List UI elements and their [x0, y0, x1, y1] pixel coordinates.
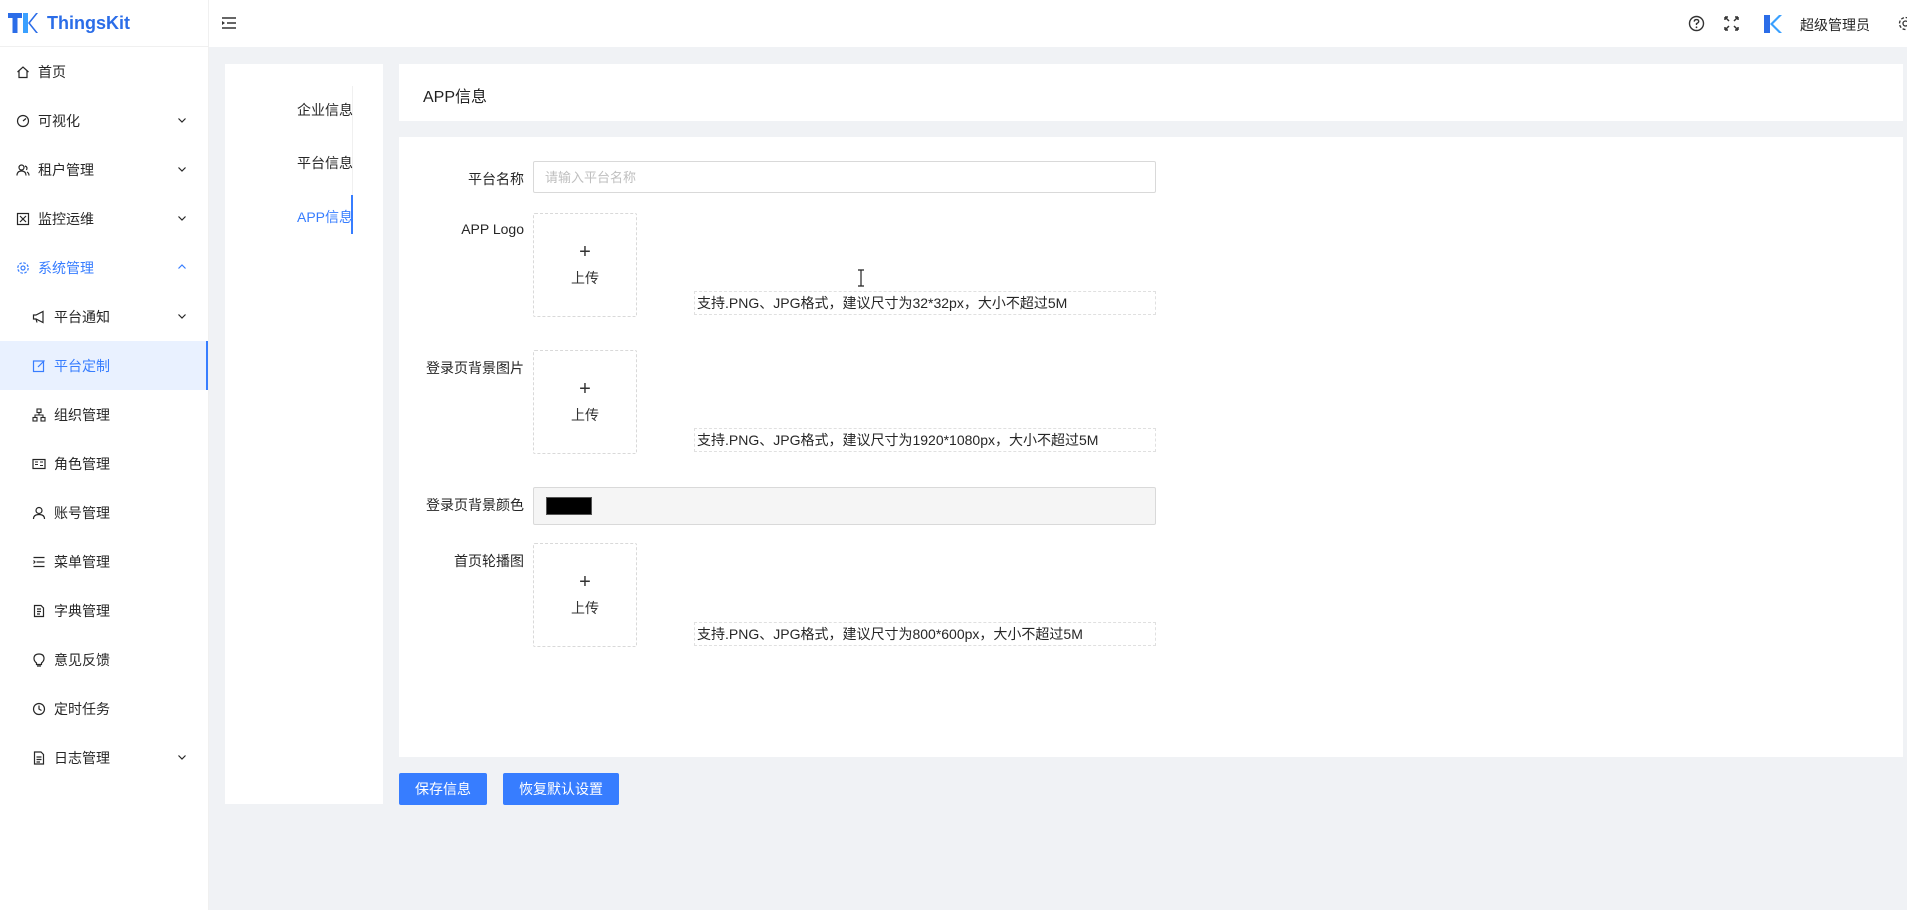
sidebar-item-file-log[interactable]: 日志管理 [0, 733, 208, 782]
chevron-down-icon [178, 167, 186, 172]
sidebar-item-label: 监控运维 [38, 210, 94, 227]
login-bg-image-hint: 支持.PNG、JPG格式，建议尺寸为1920*1080px，大小不超过5M [694, 428, 1156, 452]
sidebar-item-label: 租户管理 [38, 161, 94, 178]
sidebar-item-edit[interactable]: 平台定制 [0, 341, 208, 390]
sidebar-item-label: 意见反馈 [54, 651, 110, 668]
sidebar-item-gear[interactable]: 系统管理 [0, 243, 208, 292]
sidebar-item-clock[interactable]: 定时任务 [0, 684, 208, 733]
upload-label: 上传 [571, 270, 599, 286]
login-bg-color-label: 登录页背景颜色 [426, 497, 524, 513]
avatar[interactable] [1762, 13, 1784, 35]
org-tree-icon [32, 407, 46, 422]
monitor-icon [16, 212, 30, 226]
app-name: ThingsKit [47, 12, 130, 33]
sidebar-item-dashboard[interactable]: 可视化 [0, 96, 208, 145]
sidebar-item-book[interactable]: 字典管理 [0, 586, 208, 635]
text-cursor-icon [858, 269, 864, 287]
home-carousel-label: 首页轮播图 [454, 553, 524, 569]
save-button[interactable]: 保存信息 [399, 773, 487, 805]
user-name[interactable]: 超级管理员 [1800, 15, 1870, 35]
login-bg-color-picker[interactable] [533, 487, 1156, 525]
sidebar-item-home[interactable]: 首页 [0, 47, 208, 96]
tab-enterprise-info[interactable]: 企业信息 [297, 100, 353, 120]
home-icon [16, 65, 30, 79]
color-swatch[interactable] [546, 497, 592, 515]
reset-default-button[interactable]: 恢复默认设置 [503, 773, 619, 805]
help-icon[interactable] [1688, 15, 1705, 32]
sidebar-item-label: 组织管理 [54, 406, 110, 423]
chevron-down-icon [178, 216, 186, 221]
sidebar-item-bulb[interactable]: 意见反馈 [0, 635, 208, 684]
upload-label: 上传 [571, 407, 599, 423]
tenant-icon [16, 163, 30, 177]
sidebar-item-org-tree[interactable]: 组织管理 [0, 390, 208, 439]
login-bg-image-upload-button[interactable]: + 上传 [533, 350, 637, 454]
id-card-icon [32, 457, 46, 471]
page-header-card: APP信息 [399, 64, 1903, 121]
sidebar-item-tenant[interactable]: 租户管理 [0, 145, 208, 194]
sidebar-item-megaphone[interactable]: 平台通知 [0, 292, 208, 341]
chevron-down-icon [178, 314, 186, 319]
file-log-icon [32, 750, 46, 765]
bulb-icon [32, 652, 46, 667]
top-header: 超级管理员 [209, 0, 1907, 47]
sidebar: ThingsKit 首页可视化租户管理监控运维系统管理平台通知平台定制组织管理角… [0, 0, 209, 910]
chevron-up-icon [178, 264, 186, 269]
fullscreen-icon[interactable] [1723, 15, 1740, 32]
sidebar-menu: 首页可视化租户管理监控运维系统管理平台通知平台定制组织管理角色管理账号管理菜单管… [0, 47, 208, 782]
sidebar-item-label: 可视化 [38, 112, 80, 129]
plus-icon: + [579, 378, 591, 400]
app-info-form: 平台名称 APP Logo + 上传 支持.PNG、JPG格式，建议尺寸为32*… [399, 137, 1903, 757]
book-icon [32, 604, 46, 618]
plus-icon: + [579, 571, 591, 593]
tab-platform-info[interactable]: 平台信息 [297, 153, 353, 173]
login-bg-image-label: 登录页背景图片 [426, 360, 524, 376]
thingskit-logo-icon [8, 13, 38, 33]
upload-label: 上传 [571, 600, 599, 616]
settings-icon[interactable] [1897, 15, 1907, 32]
menu-list-icon [32, 555, 46, 569]
chevron-down-icon [178, 755, 186, 760]
sidebar-item-label: 账号管理 [54, 504, 110, 521]
app-logo-label: APP Logo [461, 221, 524, 237]
settings-tabs: 企业信息 平台信息 APP信息 [225, 64, 383, 804]
menu-fold-icon[interactable] [221, 15, 237, 31]
app-logo[interactable]: ThingsKit [0, 0, 208, 47]
plus-icon: + [579, 241, 591, 263]
page-title: APP信息 [423, 89, 488, 106]
gear-icon [16, 261, 30, 275]
sidebar-item-label: 日志管理 [54, 749, 110, 766]
platform-name-label: 平台名称 [468, 171, 524, 187]
home-carousel-hint: 支持.PNG、JPG格式，建议尺寸为800*600px，大小不超过5M [694, 622, 1156, 646]
platform-name-input[interactable] [533, 161, 1156, 193]
sidebar-item-label: 定时任务 [54, 700, 110, 717]
clock-icon [32, 702, 46, 716]
sidebar-item-menu-list[interactable]: 菜单管理 [0, 537, 208, 586]
sidebar-item-id-card[interactable]: 角色管理 [0, 439, 208, 488]
tab-app-info[interactable]: APP信息 [297, 207, 353, 227]
app-logo-hint: 支持.PNG、JPG格式，建议尺寸为32*32px，大小不超过5M [694, 291, 1156, 315]
home-carousel-upload-button[interactable]: + 上传 [533, 543, 637, 647]
sidebar-item-label: 首页 [38, 63, 66, 80]
sidebar-item-label: 角色管理 [54, 455, 110, 472]
sidebar-item-monitor[interactable]: 监控运维 [0, 194, 208, 243]
sidebar-item-label: 菜单管理 [54, 553, 110, 570]
sidebar-item-label: 平台定制 [54, 357, 110, 374]
app-logo-upload-button[interactable]: + 上传 [533, 213, 637, 317]
megaphone-icon [32, 310, 46, 324]
user-icon [32, 506, 46, 520]
sidebar-item-label: 字典管理 [54, 602, 110, 619]
chevron-down-icon [178, 118, 186, 123]
dashboard-icon [16, 114, 30, 128]
sidebar-item-user[interactable]: 账号管理 [0, 488, 208, 537]
sidebar-item-label: 平台通知 [54, 308, 110, 325]
sidebar-item-label: 系统管理 [38, 259, 94, 276]
edit-icon [32, 359, 46, 373]
